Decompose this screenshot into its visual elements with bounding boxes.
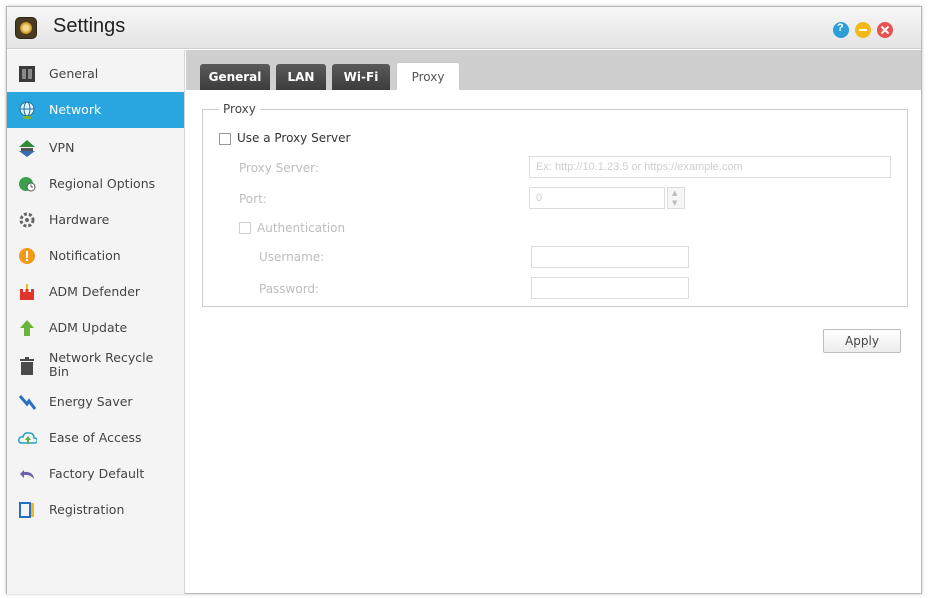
settings-window: Settings General Network VPN [6,6,922,594]
sidebar: General Network VPN Regional Options Har… [7,50,185,594]
sidebar-item-adm-update[interactable]: ADM Update [7,310,184,346]
sidebar-item-label: VPN [49,140,75,155]
use-proxy-label: Use a Proxy Server [237,131,351,145]
proxy-legend: Proxy [219,102,260,116]
sidebar-item-notification[interactable]: Notification [7,238,184,274]
username-label: Username: [259,250,325,264]
tab-general[interactable]: General [200,64,270,90]
sidebar-item-factory-default[interactable]: Factory Default [7,456,184,492]
sidebar-item-vpn[interactable]: VPN [7,130,184,166]
sidebar-item-ease-of-access[interactable]: Ease of Access [7,420,184,456]
tab-bar: General LAN Wi-Fi Proxy [186,50,921,90]
sidebar-item-label: Notification [49,248,121,263]
settings-app-icon [15,17,37,39]
username-input[interactable] [531,246,689,268]
energy-icon [17,392,37,412]
tab-wifi[interactable]: Wi-Fi [332,64,390,90]
sidebar-item-adm-defender[interactable]: ADM Defender [7,274,184,310]
hardware-icon [17,210,37,230]
port-label: Port: [239,192,267,206]
authentication-label: Authentication [257,221,346,235]
proxy-server-input[interactable]: Ex: http://10.1.23.5 or https://example.… [529,156,891,178]
title-bar: Settings [7,7,921,49]
globe-icon [17,100,37,120]
apply-button[interactable]: Apply [823,329,901,353]
defender-icon [17,282,37,302]
proxy-server-label: Proxy Server: [239,161,319,175]
sidebar-item-network-recycle-bin[interactable]: Network Recycle Bin [7,346,184,384]
recycle-bin-icon [17,356,37,376]
sidebar-item-label: Network Recycle Bin [49,350,154,379]
sidebar-item-label: General [49,66,99,81]
close-icon[interactable] [877,22,893,38]
cloud-icon [17,428,37,448]
sidebar-item-label: Network [49,102,102,117]
sidebar-item-label: Regional Options [49,176,156,191]
password-input[interactable] [531,277,689,299]
window-title: Settings [53,15,126,37]
port-stepper[interactable]: ▲ ▼ [667,187,685,209]
sidebar-item-label: Energy Saver [49,394,133,409]
tab-proxy[interactable]: Proxy [396,62,460,90]
registration-icon [17,500,37,520]
undo-icon [17,464,37,484]
sidebar-item-label: Registration [49,502,125,517]
general-icon [17,64,37,84]
help-icon[interactable] [833,22,849,38]
sidebar-item-energy-saver[interactable]: Energy Saver [7,384,184,420]
vpn-icon [17,138,37,158]
sidebar-item-label: Ease of Access [49,430,142,445]
sidebar-item-hardware[interactable]: Hardware [7,202,184,238]
sidebar-item-network[interactable]: Network [7,92,184,128]
notification-icon [17,246,37,266]
regional-icon [17,174,37,194]
port-input[interactable]: 0 [529,187,665,209]
tab-lan[interactable]: LAN [276,64,326,90]
sidebar-item-label: ADM Defender [49,284,141,299]
use-proxy-checkbox[interactable] [219,133,231,145]
sidebar-item-registration[interactable]: Registration [7,492,184,528]
minimize-icon[interactable] [855,22,871,38]
sidebar-item-label: ADM Update [49,320,128,335]
proxy-fieldset: Proxy Use a Proxy Server Proxy Server: E… [202,102,908,307]
authentication-checkbox[interactable] [239,222,251,234]
sidebar-item-general[interactable]: General [7,56,184,92]
password-label: Password: [259,282,320,296]
sidebar-item-label: Hardware [49,212,110,227]
update-icon [17,318,37,338]
sidebar-item-label: Factory Default [49,466,145,481]
sidebar-item-regional-options[interactable]: Regional Options [7,166,184,202]
